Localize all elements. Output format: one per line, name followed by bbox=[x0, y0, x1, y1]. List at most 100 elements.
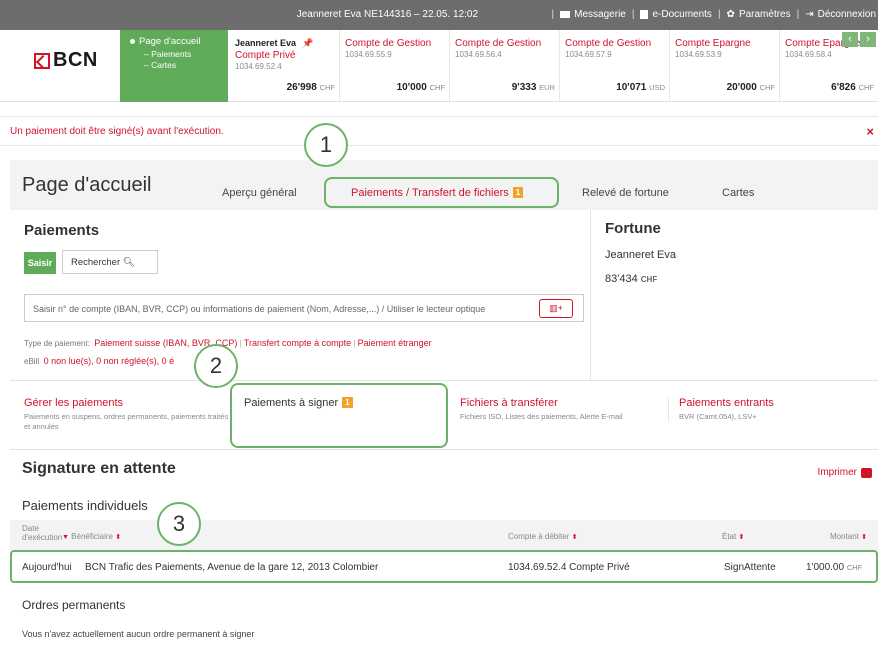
transfert-compte-link[interactable]: Transfert compte à compte bbox=[244, 338, 351, 348]
subnav-gerer-paiements[interactable]: Gérer les paiements Paiements en suspens… bbox=[24, 397, 234, 432]
fortune-panel: Fortune Jeanneret Eva 83'434 CHF bbox=[590, 210, 878, 380]
sort-icon: ⬍ bbox=[861, 534, 868, 541]
account-card-gestion-usd[interactable]: Compte de Gestion 1034.69.57.9 10'071 US… bbox=[560, 30, 670, 102]
ebill-status-link[interactable]: 0 non lue(s), 0 non réglée(s), 0 é bbox=[44, 356, 175, 366]
payment-search-input[interactable]: Saisir n° de compte (IBAN, BVR, CCP) ou … bbox=[24, 294, 584, 322]
account-number: 1034.69.56.4 bbox=[455, 50, 502, 59]
account-strip: BCN Page d'accueil – Paiements – Cartes … bbox=[0, 30, 878, 102]
tab-releve-fortune[interactable]: Relevé de fortune bbox=[582, 187, 669, 199]
account-number: 1034.69.52.4 bbox=[235, 62, 282, 71]
envelope-icon bbox=[560, 11, 571, 18]
callout-number: 3 bbox=[157, 502, 201, 546]
ebill-row: eBill 0 non lue(s), 0 non réglée(s), 0 é bbox=[24, 356, 175, 366]
signature-pending-section: Signature en attente Imprimer Paiements … bbox=[10, 450, 878, 661]
signature-title: Signature en attente bbox=[22, 460, 176, 477]
gear-icon: ✿ bbox=[726, 9, 735, 20]
tab-apercu-general[interactable]: Aperçu général bbox=[222, 187, 297, 199]
separator: | bbox=[551, 9, 555, 20]
account-card-gestion-eur[interactable]: Compte de Gestion 1034.69.56.4 9'333 EUR bbox=[450, 30, 560, 102]
rechercher-button[interactable]: Rechercher 🔍︎ bbox=[62, 250, 158, 274]
logout-icon: ⇥ bbox=[805, 9, 814, 20]
close-icon[interactable]: × bbox=[866, 124, 874, 139]
scroll-accounts-left-button[interactable]: ‹ bbox=[842, 32, 858, 47]
subnav-paiements-entrants[interactable]: Paiements entrants BVR (Camt.054), LSV+ bbox=[668, 397, 878, 422]
payments-panel: Paiements Saisir Rechercher 🔍︎ Saisir n°… bbox=[10, 210, 590, 380]
account-card-prive[interactable]: Compte Privé 1034.69.52.4 bbox=[230, 42, 340, 72]
column-header-state[interactable]: État ⬍ bbox=[722, 532, 744, 541]
search-icon: 🔍︎ bbox=[122, 257, 135, 268]
column-header-date[interactable]: Date d'exécution bbox=[22, 524, 62, 542]
separator: | bbox=[717, 9, 721, 20]
bcn-logo-mark-icon bbox=[34, 52, 50, 69]
messagerie-link[interactable]: Messagerie bbox=[560, 9, 626, 20]
top-links: | Messagerie | e-Documents | ✿ Paramètres… bbox=[552, 9, 876, 20]
fortune-heading: Fortune bbox=[605, 220, 661, 237]
count-badge: 1 bbox=[342, 397, 353, 408]
payments-heading: Paiements bbox=[24, 222, 100, 239]
account-name: Compte Epargne bbox=[675, 38, 751, 49]
column-header-amount[interactable]: Montant ⬍ bbox=[830, 532, 867, 541]
alert-banner: Un paiement doit être signé(s) avant l'e… bbox=[0, 116, 878, 146]
sort-icon: ⬍ bbox=[571, 534, 578, 541]
tab-cartes[interactable]: Cartes bbox=[722, 187, 754, 199]
account-name: Compte Privé bbox=[235, 50, 296, 61]
separator: | bbox=[796, 9, 800, 20]
subnav-fichiers-transferer[interactable]: Fichiers à transférer Fichiers ISO, List… bbox=[460, 397, 670, 422]
subnav-paiements-a-signer[interactable]: Paiements à signer 1 bbox=[244, 397, 454, 409]
optical-reader-icon[interactable]: ▥+ bbox=[539, 299, 573, 318]
home-menu-item[interactable]: Page d'accueil bbox=[130, 36, 228, 47]
paiement-etranger-link[interactable]: Paiement étranger bbox=[358, 338, 432, 348]
home-submenu-payments[interactable]: – Paiements bbox=[144, 49, 228, 60]
sort-down-icon: ▼ bbox=[62, 534, 69, 541]
account-balance: 9'333 EUR bbox=[511, 82, 555, 93]
printer-icon bbox=[861, 467, 872, 478]
parametres-link[interactable]: ✿ Paramètres bbox=[727, 9, 791, 20]
home-submenu-cards[interactable]: – Cartes bbox=[144, 60, 228, 71]
column-header-beneficiary[interactable]: ▼ Bénéficiaire ⬍ bbox=[62, 532, 121, 541]
bullet-icon bbox=[130, 39, 135, 44]
saisir-button[interactable]: Saisir bbox=[24, 252, 56, 274]
account-name: Compte de Gestion bbox=[345, 38, 432, 49]
document-icon bbox=[640, 10, 649, 19]
table-row[interactable]: Aujourd'hui BCN Trafic des Paiements, Av… bbox=[10, 550, 878, 580]
account-name: Compte de Gestion bbox=[565, 38, 652, 49]
callout-number: 2 bbox=[194, 344, 238, 388]
page-header: Page d'accueil Aperçu général Paiements … bbox=[10, 160, 878, 210]
alert-message: Un paiement doit être signé(s) avant l'e… bbox=[10, 126, 224, 137]
top-bar: Jeanneret Eva NE144316 – 22.05. 12:02 | … bbox=[0, 0, 878, 30]
standing-orders-heading: Ordres permanents bbox=[22, 598, 126, 612]
sort-icon: ⬍ bbox=[115, 534, 122, 541]
account-balance: 10'071 USD bbox=[616, 82, 665, 93]
account-balance: 26'998 CHF bbox=[286, 82, 335, 93]
individual-payments-heading: Paiements individuels bbox=[22, 498, 148, 513]
table-header: Date d'exécution ▼ Bénéficiaire ⬍ Compte… bbox=[10, 520, 878, 550]
fortune-holder: Jeanneret Eva bbox=[605, 249, 676, 261]
bcn-logo[interactable]: BCN bbox=[34, 49, 98, 72]
tab-paiements-transfert[interactable]: Paiements / Transfert de fichiers 1 bbox=[351, 187, 524, 199]
cell-debit-account: 1034.69.52.4 Compte Privé bbox=[508, 562, 630, 573]
account-number: 1034.69.57.9 bbox=[565, 50, 612, 59]
fortune-amount: 83'434 CHF bbox=[605, 273, 658, 285]
cell-state: SignAttente bbox=[724, 562, 776, 573]
column-header-debit-account[interactable]: Compte à débiter ⬍ bbox=[508, 532, 577, 541]
standing-orders-empty: Vous n'avez actuellement aucun ordre per… bbox=[22, 629, 255, 639]
account-number: 1034.69.53.9 bbox=[675, 50, 722, 59]
edocuments-link[interactable]: e-Documents bbox=[640, 9, 712, 20]
logout-link[interactable]: ⇥ Déconnexion bbox=[805, 9, 876, 20]
separator: | bbox=[631, 9, 635, 20]
callout-number: 1 bbox=[304, 123, 348, 167]
sort-icon: ⬍ bbox=[738, 534, 745, 541]
account-number: 1034.69.58.4 bbox=[785, 50, 832, 59]
scroll-accounts-right-button[interactable]: › bbox=[860, 32, 876, 47]
account-card-gestion-chf[interactable]: Compte de Gestion 1034.69.55.9 10'000 CH… bbox=[340, 30, 450, 102]
account-balance: 20'000 CHF bbox=[726, 82, 775, 93]
count-badge: 1 bbox=[512, 187, 524, 198]
print-button[interactable]: Imprimer bbox=[818, 467, 872, 478]
account-card-epargne[interactable]: Compte Epargne 1034.69.53.9 20'000 CHF bbox=[670, 30, 780, 102]
payments-subnav: Gérer les paiements Paiements en suspens… bbox=[10, 380, 878, 450]
account-name: Compte de Gestion bbox=[455, 38, 542, 49]
cell-beneficiary: BCN Trafic des Paiements, Avenue de la g… bbox=[85, 562, 379, 573]
cell-amount: 1'000.00 CHF bbox=[806, 562, 863, 573]
home-menu: Page d'accueil – Paiements – Cartes bbox=[120, 30, 228, 102]
account-number: 1034.69.55.9 bbox=[345, 50, 392, 59]
